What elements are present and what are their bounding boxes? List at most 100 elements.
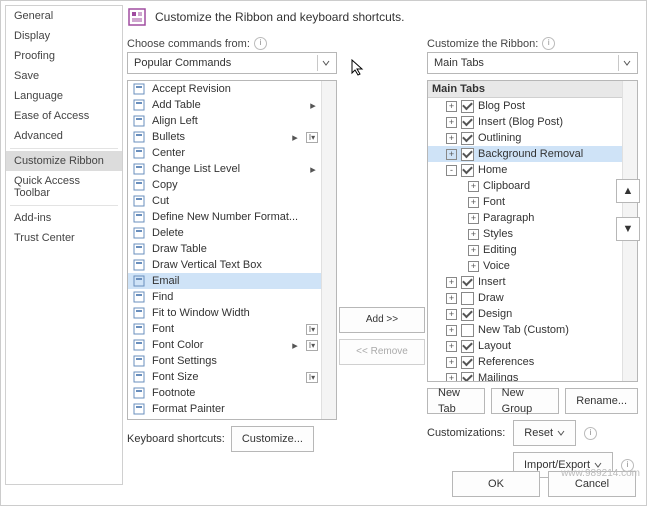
scrollbar[interactable] (321, 81, 336, 419)
command-item[interactable]: Font SizeI▾ (128, 369, 322, 385)
new-group-button[interactable]: New Group (491, 388, 560, 414)
rename-button[interactable]: Rename... (565, 388, 638, 414)
command-item[interactable]: Find (128, 289, 322, 305)
tree-node[interactable]: +Outlining (428, 130, 623, 146)
add-button[interactable]: Add >> (339, 307, 425, 333)
expand-icon[interactable]: + (446, 277, 457, 288)
command-item[interactable]: Change List Level▸ (128, 161, 322, 177)
checkbox[interactable] (461, 340, 474, 353)
checkbox[interactable] (461, 324, 474, 337)
choose-commands-dropdown[interactable]: Popular Commands (127, 52, 337, 74)
tree-node[interactable]: +Blog Post (428, 98, 623, 114)
new-tab-button[interactable]: New Tab (427, 388, 485, 414)
tree-node[interactable]: +Clipboard (428, 178, 623, 194)
sidebar-item-add-ins[interactable]: Add-ins (6, 208, 122, 228)
checkbox[interactable] (461, 100, 474, 113)
tree-node[interactable]: +Styles (428, 226, 623, 242)
tree-node[interactable]: +Editing (428, 242, 623, 258)
ribbon-tree[interactable]: Main Tabs +Blog Post+Insert (Blog Post)+… (427, 80, 638, 382)
expand-icon[interactable]: + (446, 373, 457, 382)
tree-node[interactable]: +Insert (Blog Post) (428, 114, 623, 130)
command-item[interactable]: Email (128, 273, 322, 289)
checkbox[interactable] (461, 276, 474, 289)
help-icon[interactable]: i (621, 459, 634, 472)
checkbox[interactable] (461, 292, 474, 305)
sidebar-item-trust-center[interactable]: Trust Center (6, 228, 122, 248)
sidebar-item-quick-access-toolbar[interactable]: Quick Access Toolbar (6, 171, 122, 203)
customize-keyboard-button[interactable]: Customize... (231, 426, 314, 452)
checkbox[interactable] (461, 356, 474, 369)
sidebar-item-display[interactable]: Display (6, 26, 122, 46)
command-item[interactable]: Align Left (128, 113, 322, 129)
command-item[interactable]: Font Settings (128, 353, 322, 369)
tree-node[interactable]: +Design (428, 306, 623, 322)
help-icon[interactable]: i (584, 427, 597, 440)
command-item[interactable]: FontI▾ (128, 321, 322, 337)
expand-icon[interactable]: + (446, 117, 457, 128)
tree-node[interactable]: +Background Removal (428, 146, 623, 162)
tree-node[interactable]: -Home (428, 162, 623, 178)
command-item[interactable]: Add Table▸ (128, 97, 322, 113)
customize-ribbon-dropdown[interactable]: Main Tabs (427, 52, 638, 74)
checkbox[interactable] (461, 148, 474, 161)
help-icon[interactable]: i (254, 37, 267, 50)
expand-icon[interactable]: + (468, 245, 479, 256)
command-item[interactable]: Accept Revision (128, 81, 322, 97)
sidebar-item-language[interactable]: Language (6, 86, 122, 106)
expand-icon[interactable]: + (468, 213, 479, 224)
checkbox[interactable] (461, 308, 474, 321)
expand-icon[interactable]: + (446, 101, 457, 112)
command-item[interactable]: Delete (128, 225, 322, 241)
command-item[interactable]: Footnote (128, 385, 322, 401)
command-item[interactable]: Copy (128, 177, 322, 193)
tree-node[interactable]: +Font (428, 194, 623, 210)
expand-icon[interactable]: + (446, 357, 457, 368)
command-item[interactable]: Fit to Window Width (128, 305, 322, 321)
tree-node[interactable]: +Voice (428, 258, 623, 274)
help-icon[interactable]: i (542, 37, 555, 50)
tree-node[interactable]: +Insert (428, 274, 623, 290)
expand-icon[interactable]: + (446, 293, 457, 304)
expand-icon[interactable]: + (468, 181, 479, 192)
sidebar-item-general[interactable]: General (6, 6, 122, 26)
ok-button[interactable]: OK (452, 471, 540, 497)
checkbox[interactable] (461, 132, 474, 145)
cancel-button[interactable]: Cancel (548, 471, 636, 497)
sidebar-item-ease-of-access[interactable]: Ease of Access (6, 106, 122, 126)
checkbox[interactable] (461, 372, 474, 382)
sidebar-item-proofing[interactable]: Proofing (6, 46, 122, 66)
expand-icon[interactable]: + (446, 341, 457, 352)
tree-node[interactable]: +Layout (428, 338, 623, 354)
tree-node[interactable]: +Draw (428, 290, 623, 306)
expand-icon[interactable]: + (468, 229, 479, 240)
expand-icon[interactable]: + (446, 325, 457, 336)
expand-icon[interactable]: + (468, 197, 479, 208)
tree-node[interactable]: +Mailings (428, 370, 623, 381)
sidebar-item-customize-ribbon[interactable]: Customize Ribbon (6, 151, 122, 171)
commands-listbox[interactable]: Accept RevisionAdd Table▸Align LeftBulle… (127, 80, 337, 420)
expand-icon[interactable]: - (446, 165, 457, 176)
expand-icon[interactable]: + (446, 309, 457, 320)
sidebar-item-save[interactable]: Save (6, 66, 122, 86)
command-item[interactable]: Define New Number Format... (128, 209, 322, 225)
sidebar-item-advanced[interactable]: Advanced (6, 126, 122, 146)
expand-icon[interactable]: + (446, 149, 457, 160)
expand-icon[interactable]: + (468, 261, 479, 272)
command-item[interactable]: Bullets▸I▾ (128, 129, 322, 145)
expand-icon[interactable]: + (446, 133, 457, 144)
tree-node[interactable]: +New Tab (Custom) (428, 322, 623, 338)
move-down-button[interactable]: ▼ (616, 217, 640, 241)
command-item[interactable]: Draw Table (128, 241, 322, 257)
move-up-button[interactable]: ▲ (616, 179, 640, 203)
checkbox[interactable] (461, 164, 474, 177)
command-item[interactable]: Font Color▸I▾ (128, 337, 322, 353)
tree-node[interactable]: +References (428, 354, 623, 370)
command-item[interactable]: Grow Font (128, 417, 322, 419)
command-item[interactable]: Draw Vertical Text Box (128, 257, 322, 273)
command-item[interactable]: Center (128, 145, 322, 161)
tree-node[interactable]: +Paragraph (428, 210, 623, 226)
command-item[interactable]: Format Painter (128, 401, 322, 417)
reset-button[interactable]: Reset (513, 420, 576, 446)
checkbox[interactable] (461, 116, 474, 129)
command-item[interactable]: Cut (128, 193, 322, 209)
